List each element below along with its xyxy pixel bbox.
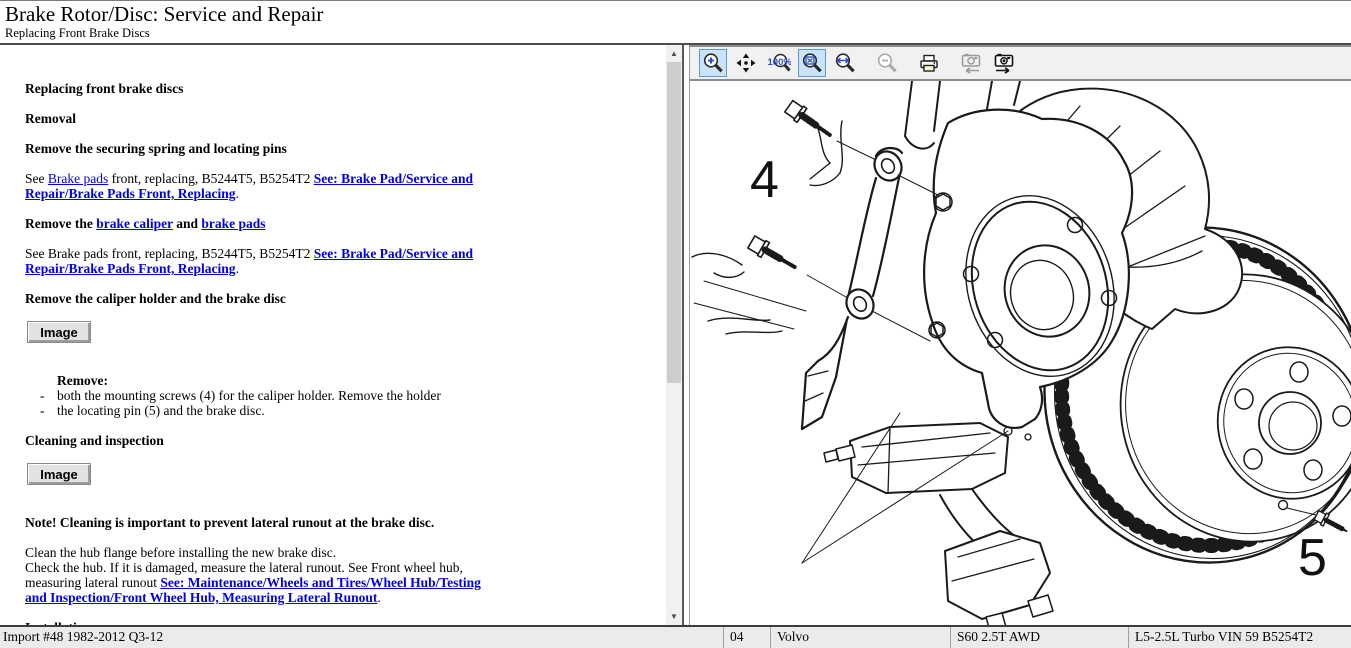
link-brake-pads[interactable]: Brake pads bbox=[48, 171, 108, 186]
pan-button[interactable] bbox=[732, 49, 760, 77]
text-run: front, replacing, B5244T5, B5254T2 bbox=[108, 171, 313, 186]
image-toolbar: 100% bbox=[690, 45, 1351, 81]
page-subtitle: Replacing Front Brake Discs bbox=[5, 26, 1351, 40]
text-run: . bbox=[236, 186, 239, 201]
heading-remove-securing-spring: Remove the securing spring and locating … bbox=[25, 141, 500, 156]
bullet-dash: - bbox=[40, 388, 57, 403]
next-image-button[interactable] bbox=[990, 49, 1018, 77]
status-model: S60 2.5T AWD bbox=[950, 627, 1128, 648]
fit-width-button[interactable] bbox=[831, 49, 859, 77]
camera-back-icon bbox=[959, 51, 983, 75]
heading-remove-caliper-and-pads: Remove the brake caliper and brake pads bbox=[25, 216, 500, 231]
note-cleaning: Note! Cleaning is important to prevent l… bbox=[25, 515, 500, 530]
status-year: 04 bbox=[723, 627, 770, 648]
text-run: . bbox=[236, 261, 239, 276]
remove-steps: Remove: -both the mounting screws (4) fo… bbox=[25, 373, 500, 418]
scroll-down-icon[interactable]: ▼ bbox=[666, 608, 682, 624]
illustration-panel: 100% bbox=[690, 45, 1351, 626]
image-button-2[interactable]: Image bbox=[27, 463, 91, 485]
caliper-holder bbox=[824, 423, 1053, 626]
list-item: -the locating pin (5) and the brake disc… bbox=[25, 403, 500, 418]
steering-knuckle bbox=[924, 110, 1137, 440]
image-button-1[interactable]: Image bbox=[27, 321, 91, 343]
remove-label: Remove: bbox=[57, 373, 500, 388]
list-item-text: both the mounting screws (4) for the cal… bbox=[57, 388, 441, 403]
fit-window-button[interactable] bbox=[798, 49, 826, 77]
text-run: and bbox=[173, 216, 202, 231]
magnifier-width-icon bbox=[833, 51, 857, 75]
page-header: Brake Rotor/Disc: Service and Repair Rep… bbox=[0, 0, 1351, 45]
status-import-info: Import #48 1982-2012 Q3-12 bbox=[0, 627, 723, 648]
label-mounting-screws: 4 bbox=[750, 151, 779, 209]
paragraph-see-brake-pads-2: See Brake pads front, replacing, B5244T5… bbox=[25, 246, 500, 276]
text-run: Remove the bbox=[25, 216, 96, 231]
status-make: Volvo bbox=[770, 627, 950, 648]
zoom-100-label: 100% bbox=[768, 57, 792, 68]
scroll-up-icon[interactable]: ▲ bbox=[666, 45, 682, 61]
brake-assembly-illustration: 4 5 bbox=[690, 81, 1351, 626]
list-item-text: the locating pin (5) and the brake disc. bbox=[57, 403, 265, 418]
link-brake-pads-2[interactable]: brake pads bbox=[201, 216, 265, 231]
page-title: Brake Rotor/Disc: Service and Repair bbox=[5, 2, 1351, 26]
text-run: See Brake pads front, replacing, B5244T5… bbox=[25, 246, 314, 261]
brake-assembly-drawing: 4 5 bbox=[690, 81, 1351, 626]
image-button-row-2: Image bbox=[25, 463, 500, 485]
document-content: Replacing front brake discs Removal Remo… bbox=[0, 45, 500, 626]
link-brake-caliper[interactable]: brake caliper bbox=[96, 216, 173, 231]
mounting-screw-lower bbox=[747, 235, 930, 341]
text-run: Clean the hub flange before installing t… bbox=[25, 545, 336, 560]
status-bar: Import #48 1982-2012 Q3-12 04 Volvo S60 … bbox=[0, 625, 1351, 648]
heading-cleaning-inspection: Cleaning and inspection bbox=[25, 433, 500, 448]
heading-removal: Removal bbox=[25, 111, 500, 126]
image-button-row-1: Image bbox=[25, 321, 500, 343]
heading-replacing-front-brake-discs: Replacing front brake discs bbox=[25, 81, 500, 96]
magnifier-minus-icon bbox=[875, 51, 899, 75]
text-run: See bbox=[25, 171, 48, 186]
zoom-out-button[interactable] bbox=[873, 49, 901, 77]
label-locating-pin: 5 bbox=[1298, 529, 1327, 587]
magnifier-100-icon: 100% bbox=[767, 51, 791, 75]
caliper-holder-arm bbox=[802, 147, 907, 429]
zoom-100-button[interactable]: 100% bbox=[765, 49, 793, 77]
pan-arrows-icon bbox=[734, 51, 758, 75]
printer-icon bbox=[917, 51, 941, 75]
vertical-scrollbar[interactable]: ▲ ▼ bbox=[666, 45, 682, 626]
zoom-in-button[interactable] bbox=[699, 49, 727, 77]
magnifier-plus-icon bbox=[701, 51, 725, 75]
text-run: . bbox=[377, 590, 380, 605]
document-panel: Replacing front brake discs Removal Remo… bbox=[0, 45, 682, 626]
print-button[interactable] bbox=[915, 49, 943, 77]
heading-remove-caliper-holder: Remove the caliper holder and the brake … bbox=[25, 291, 500, 306]
status-engine: L5-2.5L Turbo VIN 59 B5254T2 bbox=[1128, 627, 1351, 648]
scrollbar-thumb[interactable] bbox=[667, 62, 681, 383]
bullet-dash: - bbox=[40, 403, 57, 418]
magnifier-fit-icon bbox=[800, 51, 824, 75]
camera-forward-icon bbox=[992, 51, 1016, 75]
paragraph-clean-hub-flange: Clean the hub flange before installing t… bbox=[25, 545, 500, 605]
list-item: -both the mounting screws (4) for the ca… bbox=[25, 388, 500, 403]
previous-image-button[interactable] bbox=[957, 49, 985, 77]
panel-divider bbox=[682, 45, 690, 626]
paragraph-see-brake-pads: See Brake pads front, replacing, B5244T5… bbox=[25, 171, 500, 201]
